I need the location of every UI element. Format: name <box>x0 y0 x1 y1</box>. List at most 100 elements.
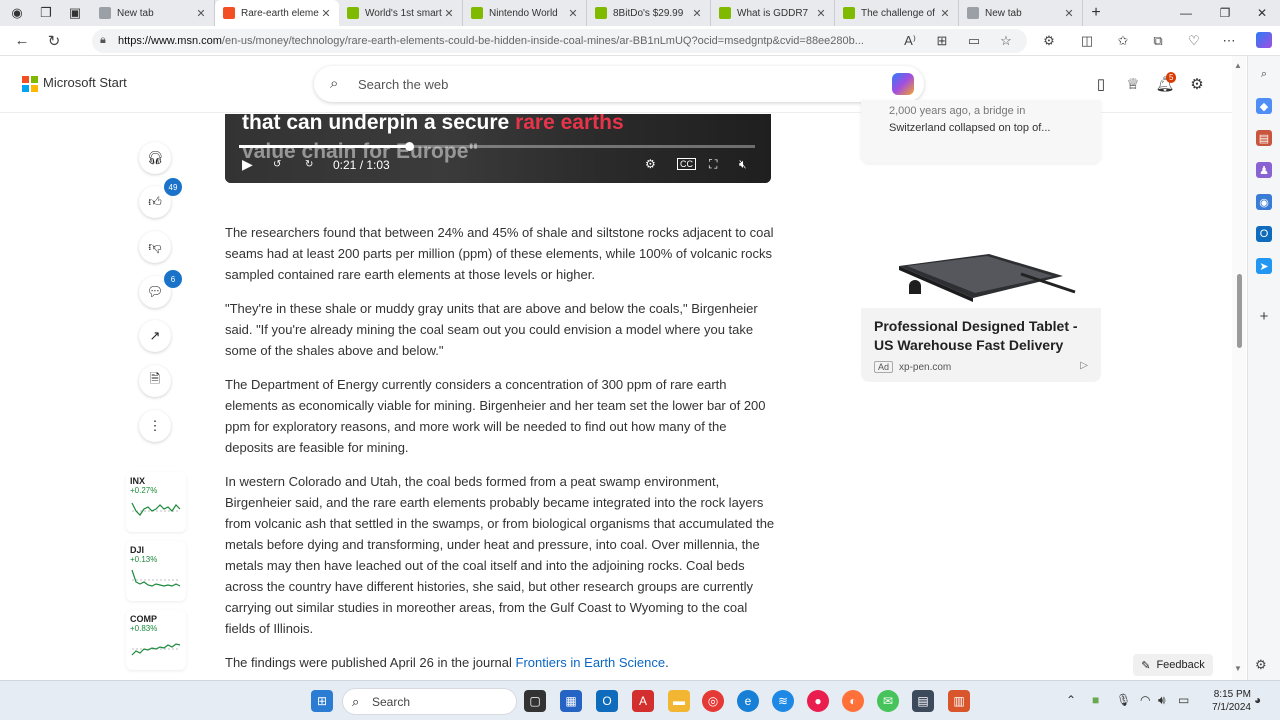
browser-essentials-icon[interactable]: ♡ <box>1182 29 1206 53</box>
wifi-icon[interactable]: ◠ <box>1140 693 1150 707</box>
adchoices-icon[interactable]: ▷ <box>1080 360 1088 371</box>
brand-name[interactable]: Microsoft Start <box>43 75 127 90</box>
fullscreen-icon[interactable]: ⛶ <box>709 154 717 174</box>
immersive-reader-icon[interactable]: ▭ <box>962 29 986 53</box>
app-available-icon[interactable]: ⊞ <box>930 29 954 53</box>
task-view-icon[interactable]: ▢ <box>524 690 546 712</box>
more-options-button[interactable]: ⋮ <box>139 410 171 442</box>
profile-icon[interactable]: ◉ <box>5 1 29 25</box>
workspaces-icon[interactable]: ❐ <box>34 1 58 25</box>
browser-tab[interactable]: The challenge of ✕ <box>835 0 959 26</box>
settings-gear-icon[interactable]: ⚙ <box>1186 73 1208 95</box>
close-window-button[interactable]: ✕ <box>1242 0 1280 26</box>
tray-overflow-icon[interactable]: ⌃ <box>1066 693 1076 707</box>
microphone-icon[interactable]: 🎙︎ <box>1116 693 1131 707</box>
microsoft-logo-icon[interactable] <box>22 76 38 92</box>
favorite-star-icon[interactable]: ☆ <box>994 29 1018 53</box>
tools-briefcase-icon[interactable]: ▤ <box>1256 130 1272 146</box>
page-scrollbar[interactable]: ▲ ▼ <box>1232 56 1246 680</box>
tab-close-icon[interactable]: ✕ <box>319 7 333 20</box>
scroll-thumb[interactable] <box>1237 274 1242 348</box>
url-field[interactable]: 🔒︎ https://www.msn.com/en-us/money/techn… <box>92 29 1027 53</box>
video-settings-icon[interactable]: ⚙ <box>645 154 656 174</box>
share-button[interactable]: ↗ <box>139 320 171 352</box>
browser-tab[interactable]: 8BitDo's $29.99 ✕ <box>587 0 711 26</box>
feedback-button[interactable]: ✎ Feedback <box>1133 654 1213 676</box>
play-icon[interactable]: ▶ <box>242 154 253 174</box>
telegram-icon[interactable]: ➤ <box>1256 258 1272 274</box>
video-player[interactable]: that can underpin a secure rare earths v… <box>225 114 771 183</box>
chrome-icon[interactable]: ◎ <box>702 690 724 712</box>
tab-close-icon[interactable]: ✕ <box>814 7 828 20</box>
stock-ticker-card[interactable]: INX +0.27% <box>126 472 186 532</box>
related-story-card[interactable]: 2,000 years ago, a bridge in Switzerland… <box>861 100 1101 163</box>
dislike-button[interactable]: 👎︎ <box>139 231 171 263</box>
page-settings-icon[interactable]: ⚙ <box>1255 657 1267 673</box>
search-icon[interactable]: ⌕ <box>1256 66 1272 82</box>
mobile-app-icon[interactable]: ▯ <box>1090 73 1112 95</box>
new-tab-button[interactable]: + <box>1083 4 1109 22</box>
refresh-icon[interactable]: ↻ <box>38 32 70 50</box>
browser-tab[interactable]: Rare-earth elements could be hidden✕ <box>215 0 339 26</box>
rewards-trophy-icon[interactable]: ♕ <box>1122 73 1144 95</box>
video-progress-bar[interactable] <box>239 142 755 151</box>
start-windows-icon[interactable]: ⊞ <box>311 690 333 712</box>
chat-app-icon[interactable]: ✉ <box>877 690 899 712</box>
tab-close-icon[interactable]: ✕ <box>1062 7 1076 20</box>
mute-icon[interactable]: 🔇︎ <box>739 154 747 174</box>
collections-icon[interactable]: ⧉ <box>1146 29 1170 53</box>
extensions-icon[interactable]: ⚙ <box>1037 29 1061 53</box>
tray-app-icon[interactable]: ■ <box>1092 693 1099 707</box>
office-icon[interactable]: ◉ <box>1256 194 1272 210</box>
outlook-icon[interactable]: O <box>1256 226 1272 242</box>
edge-icon[interactable]: e <box>737 690 759 712</box>
browser-tab[interactable]: New tab ✕ <box>959 0 1083 26</box>
journal-link[interactable]: Frontiers in Earth Science <box>516 655 666 670</box>
copilot-icon[interactable] <box>892 73 914 95</box>
stock-ticker-card[interactable]: COMP +0.83% <box>126 610 186 670</box>
forward-10-icon[interactable]: ↻ <box>305 154 313 174</box>
save-to-collection-button[interactable]: 🗎 <box>139 365 171 397</box>
store-icon[interactable]: ▦ <box>560 690 582 712</box>
favorites-icon[interactable]: ✩ <box>1111 29 1135 53</box>
maximize-button[interactable]: ❐ <box>1205 0 1245 26</box>
browser-tab[interactable]: What is GDDR7 ✕ <box>711 0 835 26</box>
tab-close-icon[interactable]: ✕ <box>690 7 704 20</box>
browser-tab[interactable]: New tab ✕ <box>91 0 215 26</box>
back-icon[interactable]: ← <box>6 32 38 49</box>
tab-close-icon[interactable]: ✕ <box>194 7 208 20</box>
app-icon[interactable]: ≋ <box>772 690 794 712</box>
battery-icon[interactable]: ▭ <box>1178 693 1189 707</box>
more-menu-icon[interactable]: ⋯ <box>1217 29 1241 53</box>
calendar-app-icon[interactable]: ▤ <box>912 690 934 712</box>
listen-headphones-button[interactable]: 🎧︎ <box>139 142 171 174</box>
closed-captions-icon[interactable]: CC <box>677 158 696 170</box>
file-explorer-icon[interactable]: ▬ <box>668 690 690 712</box>
stock-ticker-card[interactable]: DJI +0.13% <box>126 541 186 601</box>
taskbar-clock[interactable]: 8:15 PM 7/1/2024 <box>1201 688 1251 714</box>
notification-center-icon[interactable]: ◕ <box>1254 693 1261 707</box>
games-icon[interactable]: ♟ <box>1256 162 1272 178</box>
ad-title[interactable]: Professional Designed Tablet - US Wareho… <box>874 317 1088 355</box>
add-sidebar-app-icon[interactable]: + <box>1256 308 1272 325</box>
split-screen-icon[interactable]: ◫ <box>1075 29 1099 53</box>
scroll-up-icon[interactable]: ▲ <box>1234 61 1242 70</box>
browser-tab[interactable]: Nintendo World ✕ <box>463 0 587 26</box>
office-app-icon[interactable]: ▥ <box>948 690 970 712</box>
outlook-icon[interactable]: O <box>596 690 618 712</box>
ad-card[interactable]: Professional Designed Tablet - US Wareho… <box>861 226 1101 382</box>
tab-close-icon[interactable]: ✕ <box>442 7 456 20</box>
acrobat-icon[interactable]: A <box>632 690 654 712</box>
tab-close-icon[interactable]: ✕ <box>566 7 580 20</box>
minimize-button[interactable]: — <box>1166 0 1206 26</box>
rewind-10-icon[interactable]: ↺ <box>273 154 281 174</box>
media-player-icon[interactable]: ● <box>807 690 829 712</box>
browser-tab[interactable]: World's 1st smart ✕ <box>339 0 463 26</box>
taskbar-search[interactable]: ⌕ Search <box>342 688 517 715</box>
shopping-tag-icon[interactable]: ◆ <box>1256 98 1272 114</box>
tab-close-icon[interactable]: ✕ <box>938 7 952 20</box>
volume-icon[interactable]: 🔊︎ <box>1158 693 1166 708</box>
firefox-icon[interactable]: ◐ <box>842 690 864 712</box>
scroll-down-icon[interactable]: ▼ <box>1234 664 1242 673</box>
tab-actions-icon[interactable]: ▣ <box>63 1 87 25</box>
